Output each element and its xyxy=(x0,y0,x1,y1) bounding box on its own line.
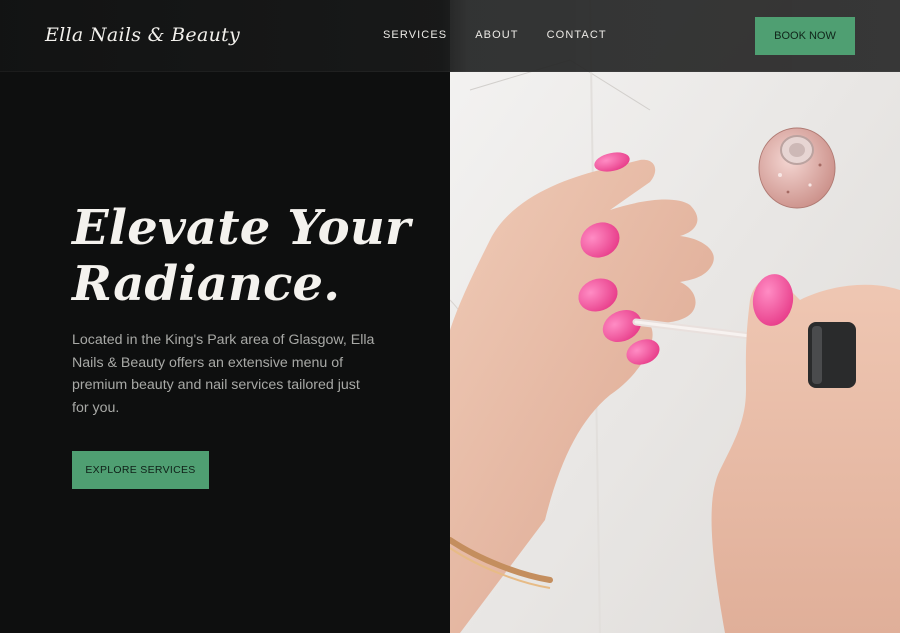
nav-link-services[interactable]: SERVICES xyxy=(383,29,447,41)
main-nav: SERVICES ABOUT CONTACT xyxy=(383,29,607,41)
hero-image-manicure xyxy=(450,0,900,633)
brand-logo[interactable]: Ella Nails & Beauty xyxy=(45,24,240,46)
nav-link-about[interactable]: ABOUT xyxy=(475,29,518,41)
site-header: Ella Nails & Beauty SERVICES ABOUT CONTA… xyxy=(0,0,900,72)
hero-title-line-1: Elevate Your xyxy=(72,200,411,256)
hero-title-line-2: Radiance. xyxy=(72,256,341,312)
hero-description: Located in the King's Park area of Glasg… xyxy=(72,332,375,416)
hero-title: Elevate Your Radiance. xyxy=(72,200,412,312)
manicure-photo-illustration xyxy=(450,0,900,633)
nav-link-contact[interactable]: CONTACT xyxy=(547,29,607,41)
hero-panel xyxy=(0,0,450,633)
book-now-button[interactable]: BOOK NOW xyxy=(755,17,855,55)
explore-services-button[interactable]: EXPLORE SERVICES xyxy=(72,451,209,489)
